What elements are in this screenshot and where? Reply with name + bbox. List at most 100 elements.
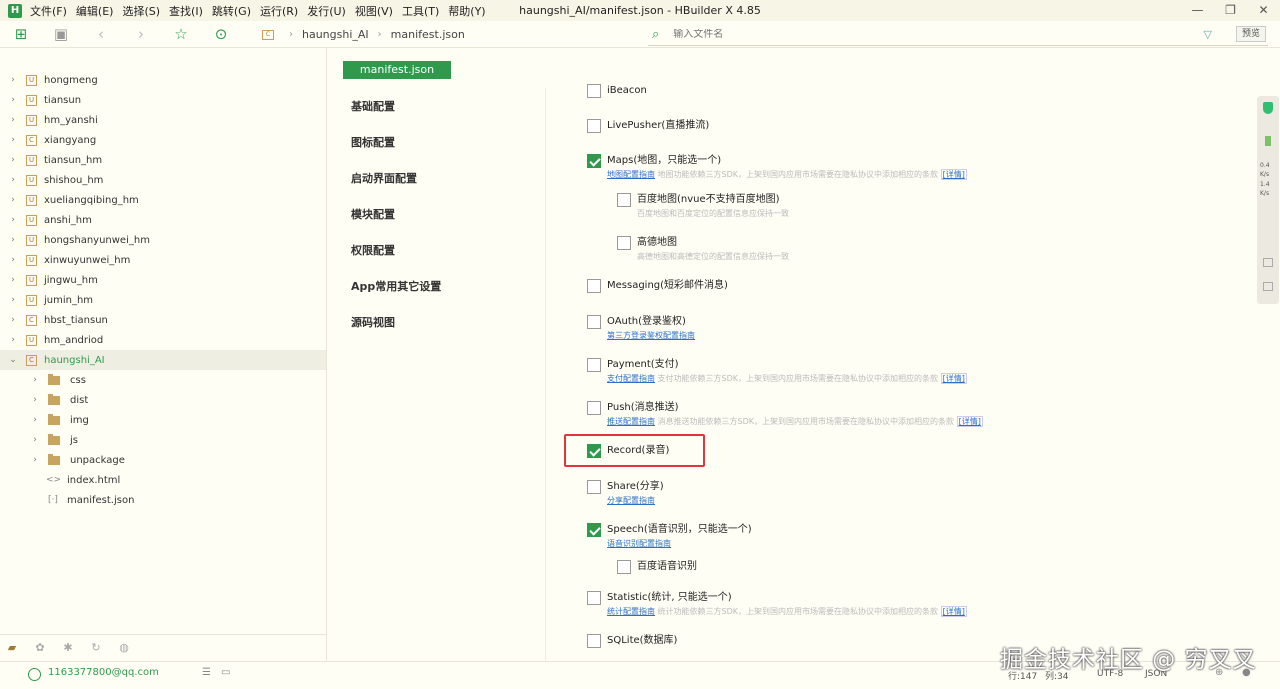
refresh-icon[interactable]: ↻ [89, 641, 103, 655]
bug-icon[interactable]: ✱ [61, 641, 75, 655]
chevron-right-icon[interactable]: › [8, 195, 18, 205]
project-item[interactable]: › Uhongmeng [0, 70, 326, 90]
file-tree-item[interactable]: [·] manifest.json [0, 490, 326, 510]
nav-modules[interactable]: 模块配置 [351, 206, 441, 242]
project-item[interactable]: › Utiansun [0, 90, 326, 110]
file-tree-item[interactable]: › dist [0, 390, 326, 410]
breadcrumb-file[interactable]: manifest.json [391, 28, 465, 41]
chevron-right-icon[interactable]: › [8, 155, 18, 165]
project-item[interactable]: › Ujumin_hm [0, 290, 326, 310]
nav-icons[interactable]: 图标配置 [351, 134, 441, 170]
module-label[interactable]: 高德地图 [637, 236, 677, 250]
module-label[interactable]: 百度地图(nvue不支持百度地图) [637, 193, 780, 207]
module-checkbox[interactable] [587, 119, 601, 133]
user-icon[interactable] [28, 668, 41, 681]
minimize-icon[interactable]: — [1181, 0, 1214, 21]
project-item[interactable]: › Utiansun_hm [0, 150, 326, 170]
image-icon[interactable] [1263, 258, 1273, 267]
star-icon[interactable]: ☆ [171, 24, 191, 44]
module-checkbox[interactable] [617, 236, 631, 250]
menu-run[interactable]: 运行(R) [260, 3, 298, 19]
chevron-right-icon[interactable]: › [8, 135, 18, 145]
file-tree-item[interactable]: › js [0, 430, 326, 450]
module-checkbox[interactable] [587, 634, 601, 648]
chevron-right-icon[interactable]: › [8, 115, 18, 125]
breadcrumb-project[interactable]: haungshi_AI [302, 28, 369, 41]
new-file-icon[interactable]: ⊞ [11, 24, 31, 44]
guide-link[interactable]: 统计配置指南 [607, 607, 655, 616]
project-item[interactable]: › Ujingwu_hm [0, 270, 326, 290]
detail-link[interactable]: [详情] [940, 373, 967, 384]
module-label[interactable]: Speech(语音识别，只能选一个) [607, 523, 752, 537]
guide-link[interactable]: 推送配置指南 [607, 417, 655, 426]
chevron-right-icon[interactable]: › [8, 255, 18, 265]
zoom-icon[interactable] [1263, 282, 1273, 291]
chevron-right-icon[interactable]: › [30, 395, 40, 405]
project-item[interactable]: › Uhongshanyunwei_hm [0, 230, 326, 250]
project-item[interactable]: › Uxinwuyunwei_hm [0, 250, 326, 270]
guide-link[interactable]: 分享配置指南 [607, 496, 655, 505]
close-icon[interactable]: ✕ [1247, 0, 1280, 21]
file-tree-item[interactable]: › css [0, 370, 326, 390]
module-checkbox[interactable] [587, 315, 601, 329]
detail-link[interactable]: [详情] [940, 169, 967, 180]
module-checkbox[interactable] [587, 523, 601, 537]
chevron-right-icon[interactable]: › [8, 295, 18, 305]
module-checkbox[interactable] [587, 84, 601, 98]
module-label[interactable]: Messaging(短彩邮件消息) [607, 279, 728, 293]
menu-tools[interactable]: 工具(T) [402, 3, 439, 19]
menu-goto[interactable]: 跳转(G) [212, 3, 251, 19]
module-label[interactable]: Statistic(统计, 只能选一个) [607, 591, 732, 605]
plugin-icon[interactable]: ✿ [33, 641, 47, 655]
file-tree-item[interactable]: › unpackage [0, 450, 326, 470]
guide-link[interactable]: 地图配置指南 [607, 170, 655, 179]
nav-basic[interactable]: 基础配置 [351, 98, 441, 134]
preview-button[interactable]: 预览 [1236, 26, 1266, 42]
detail-link[interactable]: [详情] [956, 416, 983, 427]
forward-icon[interactable]: › [131, 24, 151, 44]
module-checkbox[interactable] [587, 358, 601, 372]
back-icon[interactable]: ‹ [91, 24, 111, 44]
project-item[interactable]: › Uhm_andriod [0, 330, 326, 350]
chevron-right-icon[interactable]: › [8, 75, 18, 85]
run-icon[interactable]: ⊙ [211, 24, 231, 44]
chevron-right-icon[interactable]: › [8, 215, 18, 225]
guide-link[interactable]: 支付配置指南 [607, 374, 655, 383]
project-item[interactable]: › Ushishou_hm [0, 170, 326, 190]
module-label[interactable]: iBeacon [607, 84, 647, 98]
project-item[interactable]: › Uhm_yanshi [0, 110, 326, 130]
chevron-right-icon[interactable]: › [8, 275, 18, 285]
menu-help[interactable]: 帮助(Y) [448, 3, 485, 19]
chevron-down-icon[interactable]: ⌄ [8, 355, 18, 365]
module-checkbox[interactable] [587, 154, 601, 168]
module-checkbox[interactable] [587, 480, 601, 494]
filter-icon[interactable]: ▽ [1204, 28, 1212, 41]
module-label[interactable]: LivePusher(直播推流) [607, 119, 709, 133]
nav-splash[interactable]: 启动界面配置 [351, 170, 441, 206]
module-checkbox[interactable] [587, 279, 601, 293]
terminal-icon[interactable]: ▭ [221, 667, 230, 678]
chevron-right-icon[interactable]: › [8, 315, 18, 325]
chevron-right-icon[interactable]: › [8, 175, 18, 185]
chevron-right-icon[interactable]: › [8, 95, 18, 105]
project-item[interactable]: › Uxueliangqibing_hm [0, 190, 326, 210]
menu-edit[interactable]: 编辑(E) [76, 3, 114, 19]
nav-permissions[interactable]: 权限配置 [351, 242, 441, 278]
restore-icon[interactable]: ❐ [1214, 0, 1247, 21]
detail-link[interactable]: [详情] [940, 606, 967, 617]
palette-icon[interactable]: ◍ [117, 641, 131, 655]
project-item[interactable]: › Chbst_tiansun [0, 310, 326, 330]
module-label[interactable]: 百度语音识别 [637, 560, 697, 574]
module-label[interactable]: OAuth(登录鉴权) [607, 315, 686, 329]
menu-file[interactable]: 文件(F) [30, 3, 67, 19]
menu-select[interactable]: 选择(S) [122, 3, 160, 19]
file-tree-item[interactable]: <> index.html [0, 470, 326, 490]
module-checkbox[interactable] [587, 591, 601, 605]
chevron-right-icon[interactable]: › [30, 375, 40, 385]
module-label[interactable]: SQLite(数据库) [607, 634, 677, 648]
project-manager-icon[interactable]: ▰ [5, 641, 19, 655]
menu-view[interactable]: 视图(V) [355, 3, 393, 19]
menu-find[interactable]: 查找(I) [169, 3, 203, 19]
chevron-right-icon[interactable]: › [30, 415, 40, 425]
file-search-input[interactable] [673, 29, 1154, 40]
